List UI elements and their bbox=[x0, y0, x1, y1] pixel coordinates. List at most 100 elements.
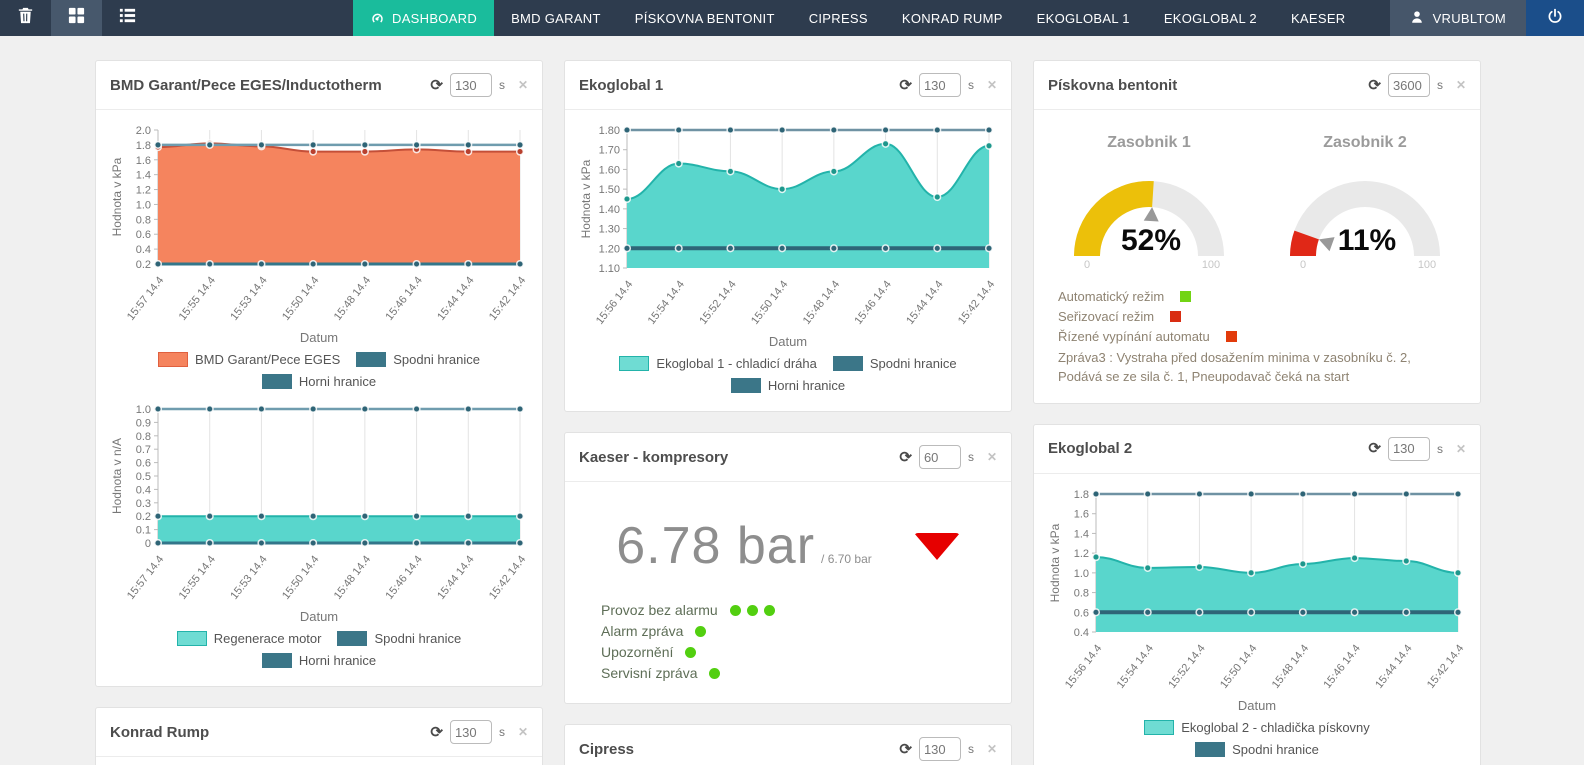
svg-text:15:50 14.4: 15:50 14.4 bbox=[280, 553, 321, 601]
mode-row: Řízené vypínání automatu bbox=[1058, 329, 1468, 344]
legend-swatch bbox=[731, 378, 761, 393]
legend-swatch bbox=[262, 653, 292, 668]
legend-item[interactable]: Ekoglobal 2 - chladička pískovny bbox=[1144, 720, 1370, 735]
user-menu[interactable]: VRUBLTOM bbox=[1390, 0, 1526, 36]
close-icon[interactable]: ✕ bbox=[987, 450, 997, 464]
nav-item-cipress[interactable]: CIPRESS bbox=[792, 0, 885, 36]
legend-item[interactable]: Horni hranice bbox=[731, 378, 845, 393]
legend-item[interactable]: Spodni hranice bbox=[356, 352, 480, 367]
pressure-reading: 6.78 bar / 6.70 bar bbox=[577, 516, 999, 576]
refresh-interval-input[interactable] bbox=[450, 720, 492, 744]
trend-down-arrow-icon bbox=[914, 533, 960, 560]
svg-text:0.4: 0.4 bbox=[136, 484, 151, 496]
zasobnik-2-gauge: 11%0100 bbox=[1265, 158, 1465, 270]
legend-swatch bbox=[337, 631, 367, 646]
status-indicator-dot bbox=[764, 605, 775, 616]
close-icon[interactable]: ✕ bbox=[1456, 442, 1466, 456]
svg-text:15:56 14.4: 15:56 14.4 bbox=[594, 278, 635, 326]
svg-text:15:48 14.4: 15:48 14.4 bbox=[332, 553, 373, 601]
close-icon[interactable]: ✕ bbox=[987, 742, 997, 756]
close-icon[interactable]: ✕ bbox=[518, 725, 528, 739]
svg-text:2.0: 2.0 bbox=[136, 125, 151, 137]
legend-item[interactable]: Regenerace motor bbox=[177, 631, 322, 646]
panel-bmd-garant: BMD Garant/Pece EGES/Inductotherm ⟳ s ✕ … bbox=[95, 60, 543, 687]
legend-item[interactable]: Horni hranice bbox=[262, 653, 376, 668]
bmd-kpa-chart: 0.20.40.60.81.01.21.41.61.82.0Hodnota v … bbox=[108, 120, 532, 328]
nav-item-label: EKOGLOBAL 1 bbox=[1037, 11, 1130, 26]
legend-item[interactable]: Spodni hranice bbox=[833, 356, 957, 371]
legend-swatch bbox=[1195, 742, 1225, 757]
mode-indicator-square bbox=[1170, 311, 1181, 322]
mode-row: Automatický režim bbox=[1058, 289, 1468, 304]
svg-text:15:50 14.4: 15:50 14.4 bbox=[1218, 642, 1259, 690]
svg-text:15:57 14.4: 15:57 14.4 bbox=[125, 553, 166, 601]
svg-text:15:54 14.4: 15:54 14.4 bbox=[1115, 642, 1156, 690]
username: VRUBLTOM bbox=[1433, 11, 1506, 26]
nav-item-ekoglobal-2[interactable]: EKOGLOBAL 2 bbox=[1147, 0, 1274, 36]
close-icon[interactable]: ✕ bbox=[987, 78, 997, 92]
mode-row: Seřizovací režim bbox=[1058, 309, 1468, 324]
svg-text:15:46 14.4: 15:46 14.4 bbox=[383, 274, 424, 322]
ekoglobal2-legend: DatumEkoglobal 2 - chladička pískovnySpo… bbox=[1117, 698, 1397, 757]
nav-item-konrad-rump[interactable]: KONRAD RUMP bbox=[885, 0, 1020, 36]
nav-item-bmd-garant[interactable]: BMD GARANT bbox=[494, 0, 618, 36]
pressure-target: / 6.70 bar bbox=[821, 552, 872, 566]
dashboard-icon bbox=[370, 11, 385, 26]
refresh-interval-input[interactable] bbox=[1388, 73, 1430, 97]
legend-item[interactable]: Ekoglobal 1 - chladicí dráha bbox=[619, 356, 816, 371]
svg-text:0.9: 0.9 bbox=[136, 417, 151, 429]
nav-item-p-skovna-bentonit[interactable]: PÍSKOVNA BENTONIT bbox=[618, 0, 792, 36]
svg-text:1.30: 1.30 bbox=[599, 224, 620, 236]
refresh-interval-input[interactable] bbox=[919, 73, 961, 97]
svg-text:1.20: 1.20 bbox=[599, 243, 620, 255]
status-row: Provoz bez alarmu bbox=[601, 602, 999, 618]
dashboard-grid: BMD Garant/Pece EGES/Inductotherm ⟳ s ✕ … bbox=[95, 36, 1584, 765]
svg-text:1.4: 1.4 bbox=[1074, 528, 1089, 540]
refresh-interval-input[interactable] bbox=[919, 737, 961, 761]
svg-text:15:52 14.4: 15:52 14.4 bbox=[697, 278, 738, 326]
svg-text:1.0: 1.0 bbox=[136, 199, 151, 211]
status-row: Upozornění bbox=[601, 644, 999, 660]
svg-text:Hodnota v kPa: Hodnota v kPa bbox=[579, 159, 593, 238]
svg-text:15:44 14.4: 15:44 14.4 bbox=[435, 553, 476, 601]
refresh-interval-input[interactable] bbox=[1388, 437, 1430, 461]
interval-unit: s bbox=[968, 742, 974, 756]
trash-button[interactable] bbox=[0, 0, 51, 36]
zasobnik-2-gauge-block: Zasobnik 2 11%0100 bbox=[1265, 126, 1465, 275]
panel-kaeser: Kaeser - kompresory ⟳ s ✕ 6.78 bar / 6.7… bbox=[564, 432, 1012, 704]
logout-button[interactable] bbox=[1526, 0, 1584, 36]
nav-item-dashboard[interactable]: DASHBOARD bbox=[353, 0, 494, 36]
refresh-icon[interactable]: ⟳ bbox=[1368, 441, 1381, 456]
nav-item-kaeser[interactable]: KAESER bbox=[1274, 0, 1363, 36]
refresh-icon[interactable]: ⟳ bbox=[899, 78, 912, 93]
user-icon bbox=[1410, 10, 1424, 27]
refresh-icon[interactable]: ⟳ bbox=[899, 742, 912, 757]
panel-title: BMD Garant/Pece EGES/Inductotherm bbox=[110, 77, 382, 94]
legend-item[interactable]: BMD Garant/Pece EGES bbox=[158, 352, 340, 367]
svg-text:15:42 14.4: 15:42 14.4 bbox=[487, 274, 528, 322]
list-view-button[interactable] bbox=[102, 0, 153, 36]
interval-unit: s bbox=[499, 78, 505, 92]
close-icon[interactable]: ✕ bbox=[1456, 78, 1466, 92]
refresh-interval-input[interactable] bbox=[450, 73, 492, 97]
zasobnik-1-gauge-block: Zasobnik 1 52%0100 bbox=[1049, 126, 1249, 275]
legend-item[interactable]: Spodni hranice bbox=[1195, 742, 1319, 757]
panel-title: Ekoglobal 1 bbox=[579, 77, 663, 94]
close-icon[interactable]: ✕ bbox=[518, 78, 528, 92]
legend-item[interactable]: Horni hranice bbox=[262, 374, 376, 389]
refresh-icon[interactable]: ⟳ bbox=[430, 725, 443, 740]
panel-title: Cipress bbox=[579, 741, 634, 758]
grid-view-button[interactable] bbox=[51, 0, 102, 36]
navbar: DASHBOARD BMD GARANTPÍSKOVNA BENTONITCIPR… bbox=[0, 0, 1584, 36]
refresh-icon[interactable]: ⟳ bbox=[430, 78, 443, 93]
mode-label: Seřizovací režim bbox=[1058, 309, 1154, 324]
refresh-icon[interactable]: ⟳ bbox=[1368, 78, 1381, 93]
refresh-interval-input[interactable] bbox=[919, 445, 961, 469]
ekoglobal1-legend: DatumEkoglobal 1 - chladicí dráhaSpodni … bbox=[588, 334, 988, 393]
nav-item-label: DASHBOARD bbox=[392, 11, 477, 26]
refresh-icon[interactable]: ⟳ bbox=[899, 450, 912, 465]
nav-item-ekoglobal-1[interactable]: EKOGLOBAL 1 bbox=[1020, 0, 1147, 36]
legend-item[interactable]: Spodni hranice bbox=[337, 631, 461, 646]
interval-unit: s bbox=[499, 725, 505, 739]
panel-konrad-rump: Konrad Rump ⟳ s ✕ bbox=[95, 707, 543, 765]
